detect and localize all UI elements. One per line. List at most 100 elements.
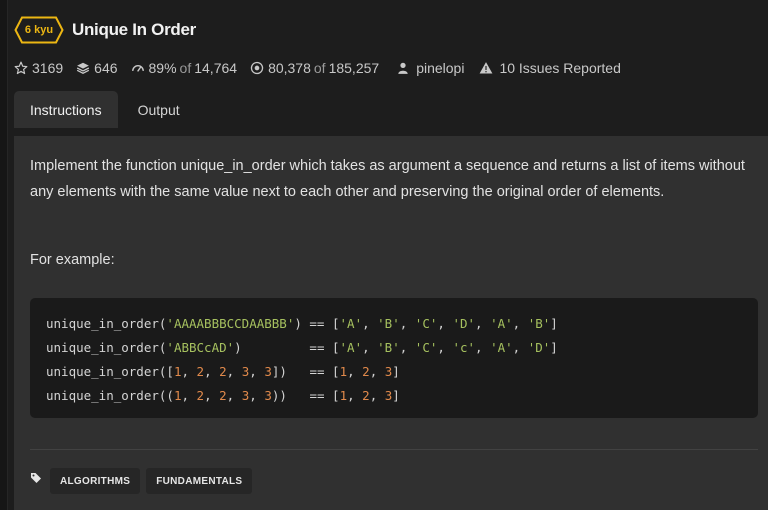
author-stat[interactable]: pinelopi (396, 60, 464, 76)
code-token: , (512, 340, 528, 355)
tags-divider (30, 449, 758, 450)
tab-output[interactable]: Output (122, 91, 196, 128)
code-token: 'c' (452, 340, 476, 355)
code-line: unique_in_order((1, 2, 2, 3, 3)) == [1, … (46, 384, 758, 408)
stars-count: 3169 (32, 60, 64, 76)
rank-badge[interactable]: 6 kyu (14, 16, 64, 44)
code-line: unique_in_order('ABBCcAD') == ['A', 'B',… (46, 336, 758, 360)
left-edge-strip (0, 0, 8, 510)
kata-title: Unique In Order (72, 20, 196, 39)
code-line: unique_in_order([1, 2, 2, 3, 3]) == [1, … (46, 360, 758, 384)
satisfaction-percent: 89% (148, 60, 177, 76)
code-token: 'AAAABBBCCDAABBB' (166, 316, 295, 331)
code-token: 2 (219, 388, 227, 403)
code-token: , (181, 388, 197, 403)
code-token: , (204, 388, 220, 403)
completed-count: 80,378 (268, 60, 311, 76)
code-token: 1 (339, 364, 348, 379)
code-token: , (369, 388, 385, 403)
code-token: 'A' (490, 340, 513, 355)
code-token: 'D' (452, 316, 476, 331)
code-token: , (226, 388, 242, 403)
completed-stat: 80,378 of 185,257 (250, 60, 379, 76)
code-token: 2 (219, 364, 227, 379)
code-token: 'A' (339, 316, 363, 331)
code-token: 'C' (414, 316, 438, 331)
code-token: ]) == [ (271, 364, 340, 379)
code-token: 3 (264, 388, 272, 403)
code-token: 2 (196, 388, 205, 403)
code-token: , (512, 316, 528, 331)
code-token: unique_in_order( (46, 316, 167, 331)
code-token: 'D' (527, 340, 551, 355)
code-token: 'B' (377, 340, 400, 355)
code-token: , (226, 364, 242, 379)
code-token: , (181, 364, 197, 379)
issues-count: 10 Issues Reported (499, 60, 621, 76)
code-token: 3 (264, 364, 272, 379)
stars-stat[interactable]: 3169 (14, 60, 63, 76)
example-label: For example: (30, 252, 115, 268)
code-token: 1 (339, 388, 348, 403)
tag-algorithms[interactable]: ALGORITHMS (50, 468, 141, 494)
code-token: , (347, 364, 363, 379)
kata-header: 6 kyu Unique In Order (14, 16, 196, 44)
code-token: 'ABBCcAD' (166, 340, 235, 355)
code-token: ] (392, 388, 400, 403)
code-token: )) == [ (271, 388, 340, 403)
kata-tags: ALGORITHMS FUNDAMENTALS (30, 468, 258, 494)
kata-page: 6 kyu Unique In Order 3169 646 89% of 14… (0, 0, 768, 510)
code-token: , (437, 316, 453, 331)
code-token: 2 (362, 364, 370, 379)
code-example-block: unique_in_order('AAAABBBCCDAABBB') == ['… (30, 298, 758, 418)
code-token: 2 (362, 388, 370, 403)
satisfaction-stat: 89% of 14,764 (131, 60, 238, 76)
completed-total: 185,257 (328, 60, 380, 76)
code-line: unique_in_order('AAAABBBCCDAABBB') == ['… (46, 312, 758, 336)
code-token: , (204, 364, 220, 379)
code-token: ] (550, 316, 558, 331)
code-token: , (362, 340, 378, 355)
author-name: pinelopi (416, 60, 465, 76)
code-token: , (369, 364, 385, 379)
tag-icon (31, 473, 41, 483)
warning-triangle-icon (480, 62, 493, 74)
code-token: 'A' (339, 340, 363, 355)
kata-tabs: Instructions Output (14, 91, 196, 128)
code-token: , (362, 316, 378, 331)
satisfaction-total: 14,764 (194, 60, 238, 76)
tab-instructions[interactable]: Instructions (14, 91, 118, 128)
code-token: , (249, 388, 265, 403)
instructions-panel: Implement the function unique_in_order w… (14, 136, 768, 510)
tag-fundamentals[interactable]: FUNDAMENTALS (146, 468, 253, 494)
code-token: , (399, 340, 415, 355)
code-token: , (347, 388, 363, 403)
code-token: 'A' (490, 316, 513, 331)
code-token: , (249, 364, 265, 379)
code-token: ] (550, 340, 558, 355)
code-token: , (399, 316, 415, 331)
completed-of: of (313, 60, 326, 76)
kata-stats: 3169 646 89% of 14,764 80,378 of 185,257… (14, 60, 634, 76)
code-token: 2 (196, 364, 205, 379)
star-outline-icon (14, 61, 28, 75)
satisfaction-of: of (179, 60, 192, 76)
collections-stat[interactable]: 646 (76, 60, 118, 76)
user-icon (398, 62, 408, 74)
code-token: ) == [ (234, 340, 340, 355)
code-token: 'B' (377, 316, 400, 331)
code-token: unique_in_order(( (46, 388, 174, 403)
stack-icon (77, 62, 90, 74)
code-token: unique_in_order([ (46, 364, 174, 379)
code-token: ] (392, 364, 400, 379)
code-token: ) == [ (294, 316, 340, 331)
rank-label: 6 kyu (24, 24, 54, 36)
code-token: 'B' (527, 316, 551, 331)
speedometer-icon (131, 65, 144, 72)
code-token: , (437, 340, 453, 355)
code-token: 'C' (414, 340, 438, 355)
code-token: , (475, 316, 491, 331)
target-icon (250, 61, 264, 75)
issues-stat[interactable]: 10 Issues Reported (479, 60, 621, 76)
code-token: , (475, 340, 491, 355)
